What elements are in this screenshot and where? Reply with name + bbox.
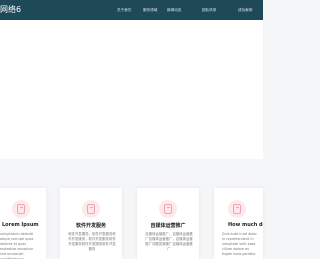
document-icon [228,200,246,218]
service-card[interactable]: How much doubt Duis aute irure dolor in … [214,188,263,259]
card-title: Lorem Ipsum [2,222,39,228]
card-title: 软件开发服务 [75,223,106,229]
card-text: Duis aute irure dolor in reprehenderit i… [222,232,257,256]
card-title: 自媒体运营推广 [150,223,186,229]
nav-item-services[interactable]: 服务领域 [143,6,157,14]
document-icon [82,200,100,218]
top-header: 网络6 关于我们 服务领域 新闻动态 团队风采 成功案例 [0,0,263,20]
site-logo[interactable]: 网络6 [0,3,21,17]
nav-item-news[interactable]: 新闻动态 [167,6,181,14]
service-card[interactable]: 软件开发服务 软件开发服务，软件开发服务软件开发服务，软件开发服务软件开发服务软… [60,188,122,259]
document-icon [159,200,177,218]
hero-banner [0,20,263,159]
service-card[interactable]: Lorem Ipsum voluptatum deleniti atque co… [0,188,46,259]
nav-item-cases[interactable]: 成功案例 [238,6,252,14]
document-icon [12,200,30,218]
card-text: voluptatum deleniti atque corrupti quos … [0,232,34,259]
nav-item-team[interactable]: 团队风采 [202,6,216,14]
card-text: 软件开发服务，软件开发服务软件开发服务，软件开发服务软件开发服务软件开发服务软件… [68,232,116,251]
service-card[interactable]: 自媒体运营推广 自媒体运营推广，百媒体运营推广自媒体运营推广，自媒体运营推广问题… [137,188,199,259]
card-title: How much doubt [228,222,263,228]
card-text: 自媒体运营推广，百媒体运营推广自媒体运营推广，自媒体运营推广问题答案推广自媒体运… [145,232,193,251]
nav-item-about[interactable]: 关于我们 [117,6,131,14]
